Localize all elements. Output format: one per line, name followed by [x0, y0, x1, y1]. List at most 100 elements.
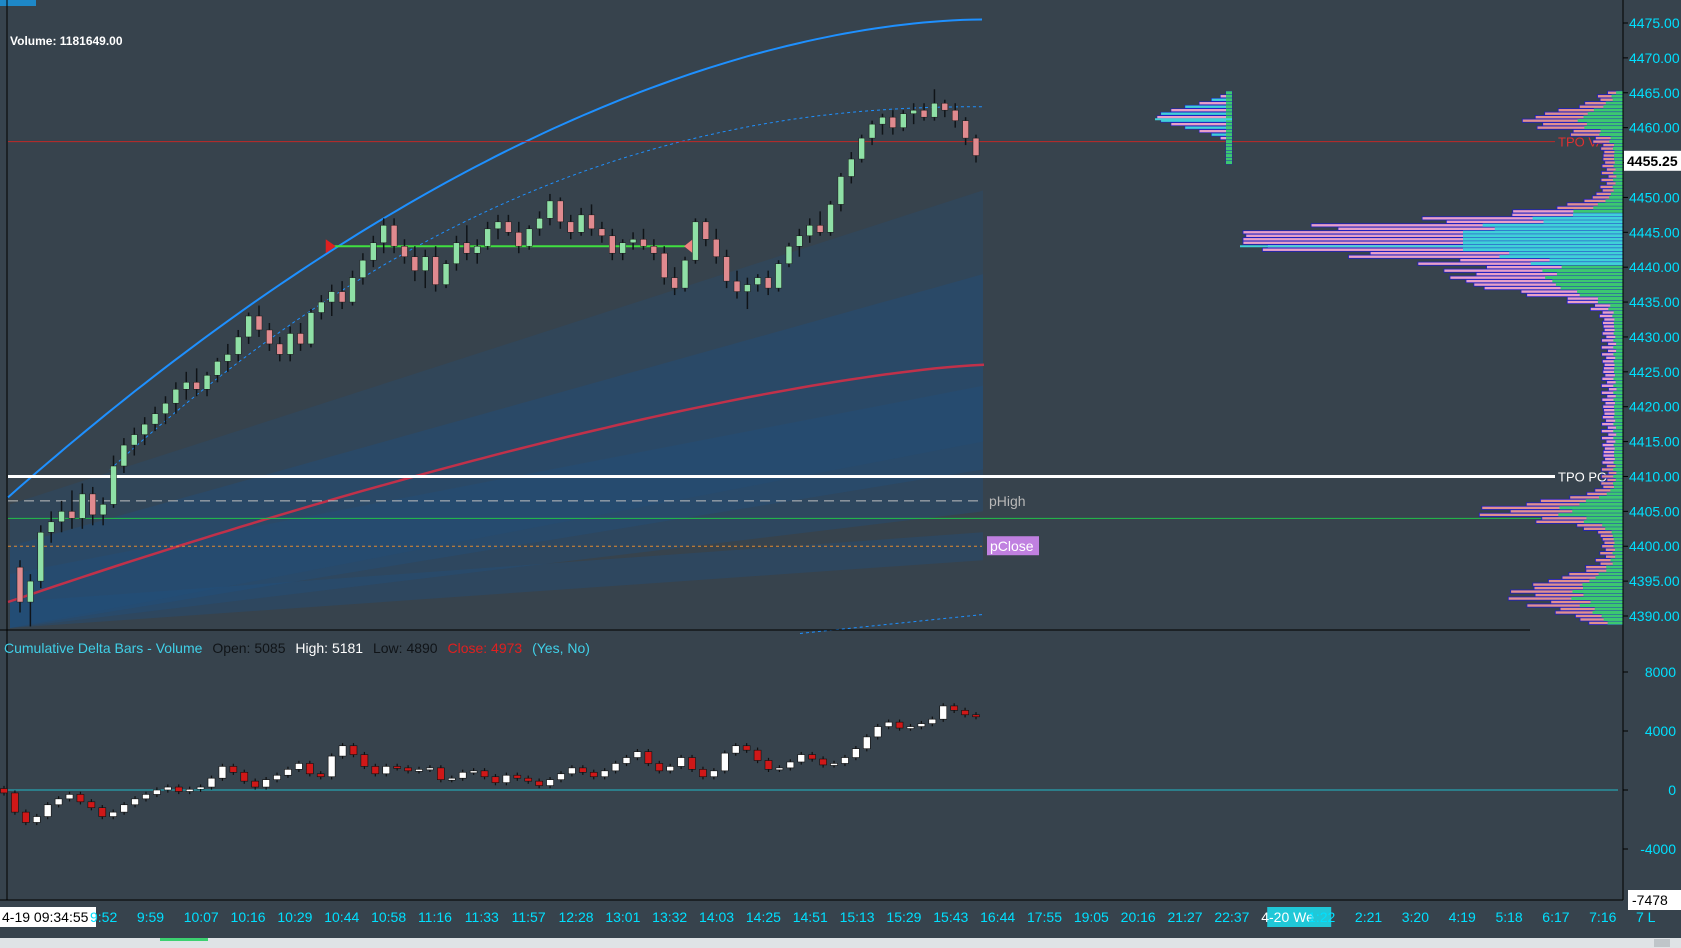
candle-body — [650, 245, 658, 254]
volume-profile-inner — [1610, 488, 1623, 493]
candle-body — [640, 239, 647, 247]
delta-bar — [480, 770, 489, 778]
candle-body — [27, 580, 34, 603]
candle-body — [276, 343, 284, 355]
candle-body — [816, 225, 824, 233]
volume-profile-inner — [1586, 516, 1623, 520]
delta-bar — [251, 780, 259, 788]
delta-bar — [633, 751, 642, 758]
session-profile-green — [1226, 91, 1232, 95]
price-tick-label: 4450.00 — [1629, 189, 1680, 205]
volume-profile-inner — [1613, 331, 1623, 336]
price-tick-label: 4420.00 — [1629, 399, 1680, 415]
volume-profile-inner — [1616, 349, 1623, 353]
price-tick-label: 4430.00 — [1629, 329, 1680, 345]
candle-body — [484, 228, 491, 247]
candle-body — [920, 109, 928, 118]
volume-profile-inner — [1597, 202, 1623, 206]
delta-bar — [710, 770, 718, 778]
delta-bar — [404, 767, 412, 772]
volume-profile-inner — [1561, 265, 1623, 269]
candle-body — [203, 375, 211, 390]
scroll-right-button[interactable] — [1654, 939, 1670, 947]
delta-bar — [174, 786, 183, 792]
candle-body — [380, 225, 387, 244]
delta-bar — [895, 721, 904, 729]
delta-bar — [906, 726, 915, 729]
volume-profile-inner — [1616, 91, 1623, 95]
delta-bar — [458, 771, 467, 779]
volume-profile-inner — [1549, 258, 1623, 262]
candle-body — [245, 315, 252, 338]
volume-profile-inner — [1559, 506, 1623, 510]
candle-body — [473, 245, 481, 254]
delta-bar — [142, 794, 150, 800]
volume-profile-inner — [1572, 509, 1623, 513]
session-profile-green — [1226, 154, 1232, 158]
volume-profile-inner — [1615, 555, 1623, 559]
volume-profile-inner — [1615, 419, 1623, 423]
candle-body — [941, 102, 949, 111]
volume-profile-inner — [1614, 457, 1623, 461]
volume-profile-inner — [1613, 359, 1623, 363]
price-tick-label: 4445.00 — [1629, 224, 1680, 240]
session-profile-row — [1170, 122, 1233, 126]
session-profile-green — [1226, 161, 1232, 165]
candle-body — [546, 200, 554, 219]
volume-profile-inner — [1605, 527, 1623, 531]
session-profile-green — [1226, 129, 1232, 133]
volume-profile-inner — [1606, 565, 1623, 569]
volume-profile-inner — [1509, 251, 1623, 255]
session-profile-row — [1184, 125, 1233, 130]
candle-body — [89, 493, 96, 516]
volume-profile-inner — [1613, 460, 1623, 465]
volume-profile-inner — [1610, 192, 1623, 196]
candle-body — [120, 444, 128, 467]
delta-bar — [32, 816, 41, 823]
volume-profile-inner — [1571, 596, 1623, 601]
delta-tick-label: 0 — [1668, 782, 1676, 798]
delta-bar — [677, 757, 685, 767]
session-profile-green — [1226, 150, 1232, 154]
volume-profile-inner — [1577, 289, 1623, 294]
delta-bar — [622, 757, 631, 764]
delta-bar — [644, 751, 653, 764]
volume-profile-inner — [1611, 530, 1623, 534]
delta-min-label: -7478 — [1632, 892, 1668, 908]
delta-bar — [786, 761, 795, 769]
session-profile-green — [1226, 140, 1232, 144]
volume-profile-inner — [1612, 551, 1623, 555]
delta-bar — [316, 773, 325, 778]
candle-body — [255, 315, 263, 331]
candle-body — [494, 221, 502, 230]
volume-profile-inner — [1597, 296, 1623, 301]
volume-profile-inner — [1573, 213, 1623, 217]
candle-body — [806, 225, 813, 237]
candle-body — [712, 239, 720, 257]
delta-bar — [535, 780, 543, 786]
candle-body — [951, 109, 959, 121]
price-chart-svg[interactable]: TPO VAHTPO POCpHighTPO VALpClose 4390.00… — [0, 0, 1681, 948]
candle-body — [827, 204, 834, 233]
candle-body — [359, 259, 367, 278]
volume-profile-inner — [1609, 195, 1623, 200]
delta-tick-label: 8000 — [1645, 664, 1676, 680]
time-tick-label: 9:52 — [90, 909, 117, 925]
volume-profile-inner — [1499, 255, 1623, 259]
candle-body — [68, 511, 76, 519]
volume-profile-inner — [1612, 534, 1623, 538]
volume-profile-inner — [1616, 387, 1623, 391]
candle-body — [837, 176, 845, 205]
volume-profile-inner — [1585, 499, 1623, 503]
volume-profile-inner — [1614, 408, 1623, 412]
candle-body — [609, 235, 616, 254]
horizontal-scrollbar[interactable] — [0, 938, 1681, 948]
delta-bar — [753, 749, 762, 761]
volume-profile-inner — [1610, 303, 1623, 308]
delta-bar — [764, 760, 773, 770]
delta-bar — [76, 794, 85, 803]
volume-profile-inner — [1605, 199, 1623, 203]
indicator-close: Close: 4973 — [447, 640, 523, 656]
delta-bar — [775, 767, 784, 771]
volume-profile-inner — [1584, 126, 1623, 130]
